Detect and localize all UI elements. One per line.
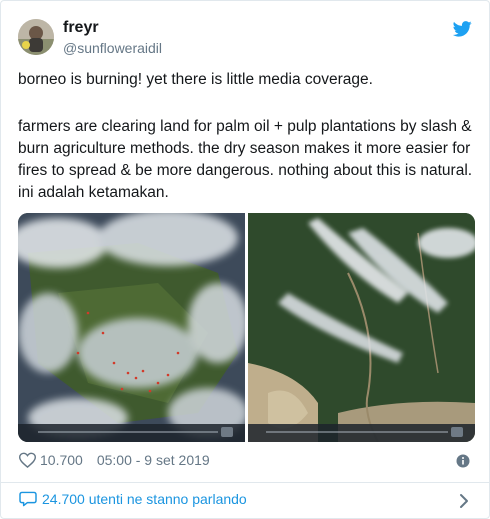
tweet-text-body: farmers are clearing land for palm oil +… <box>18 118 473 201</box>
user-handle[interactable]: @sunfloweraidil <box>63 40 162 56</box>
conversation-count: 24.700 utenti ne stanno parlando <box>42 491 247 507</box>
satellite-image-right[interactable] <box>248 213 475 442</box>
tweet-card: freyr @sunfloweraidil borneo is burning!… <box>0 0 490 519</box>
avatar-image <box>18 19 54 55</box>
tweet-meta: 10.700 05:00 - 9 set 2019 <box>19 452 210 468</box>
heart-icon[interactable] <box>19 452 36 468</box>
like-count[interactable]: 10.700 <box>40 452 83 468</box>
tweet-media[interactable] <box>18 213 475 442</box>
satellite-image-left[interactable] <box>18 213 248 442</box>
tweet-text-line-1: borneo is burning! yet there is little m… <box>18 71 373 88</box>
timestamp[interactable]: 05:00 - 9 set 2019 <box>97 452 210 468</box>
twitter-bird-icon[interactable] <box>453 21 472 37</box>
speech-bubble-icon <box>19 491 37 507</box>
info-icon[interactable] <box>456 454 470 468</box>
avatar[interactable] <box>18 19 54 55</box>
chevron-right-icon[interactable] <box>459 493 469 509</box>
divider <box>1 482 489 483</box>
display-name[interactable]: freyr <box>63 19 99 37</box>
satellite-images <box>18 213 475 442</box>
conversation-link[interactable]: 24.700 utenti ne stanno parlando <box>19 491 247 507</box>
